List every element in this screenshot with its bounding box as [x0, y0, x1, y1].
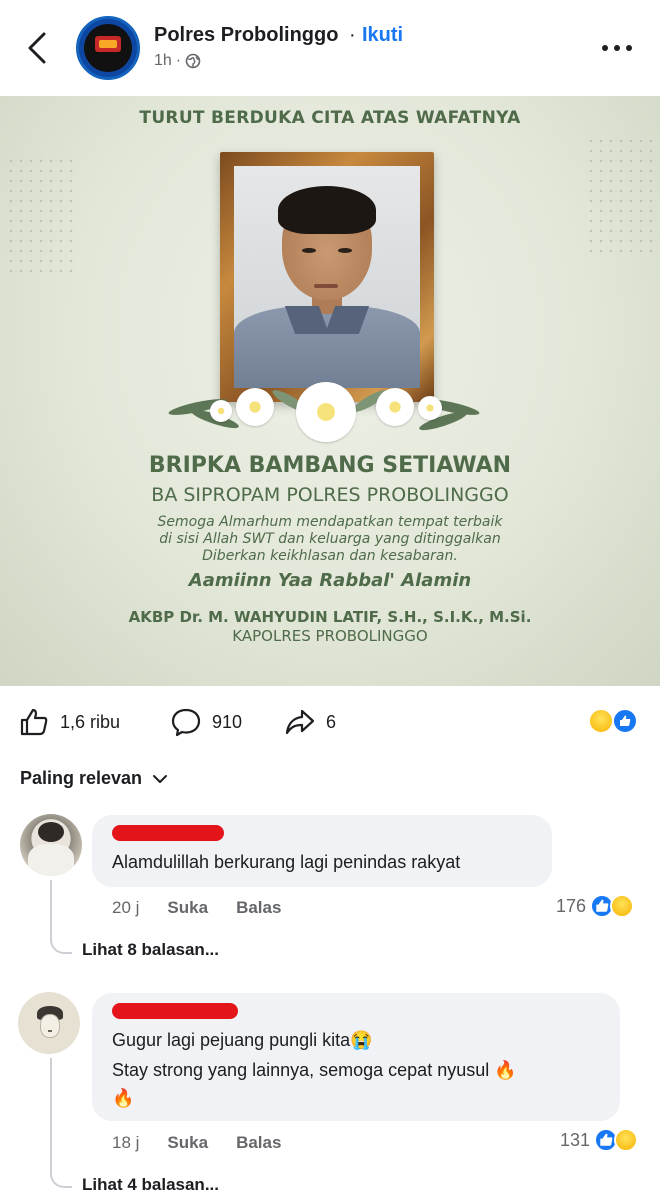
prayer-line: Diberkan keikhlasan dan kesabaran.	[202, 548, 458, 564]
comment-bubble[interactable]: Alamdulillah berkurang lagi penindas rak…	[92, 815, 552, 887]
comment-like-button[interactable]: Suka	[167, 1133, 208, 1153]
thread-line	[50, 932, 72, 954]
signer-title: KAPOLRES PROBOLINGGO	[232, 627, 428, 645]
prayer-line: Semoga Almarhum mendapatkan tempat terba…	[157, 514, 503, 530]
share-count: 6	[326, 711, 337, 732]
post-header: Polres Probolinggo · Ikuti 1h ·	[0, 0, 660, 96]
commenter-avatar[interactable]	[20, 814, 82, 876]
page-name[interactable]: Polres Probolinggo	[154, 24, 338, 47]
amin-text: Aamiinn Yaa Rabbal' Alamin	[188, 570, 472, 591]
comment-reactions[interactable]: 131	[560, 1128, 639, 1152]
separator-dot-small: ·	[175, 52, 182, 69]
comment-bubble-icon	[171, 708, 201, 737]
commenter-avatar[interactable]	[18, 992, 80, 1054]
deceased-name: BRIPKA BAMBANG SETIAWAN	[148, 453, 512, 478]
comment-count: 910	[212, 711, 243, 732]
comment-reply-button[interactable]: Balas	[236, 1133, 281, 1153]
more-dot	[602, 45, 608, 51]
like-count: 1,6 ribu	[60, 711, 121, 732]
comment-meta: 20 j Suka Balas	[112, 898, 281, 918]
comment-bubble[interactable]: Gugur lagi pejuang pungli kita😭 Stay str…	[92, 993, 620, 1121]
decor-dots	[6, 156, 76, 276]
haha-emoji-icon	[614, 1128, 639, 1152]
post-time[interactable]: 1h	[154, 52, 172, 70]
portrait-photo	[234, 166, 420, 388]
thread-line	[50, 880, 52, 936]
page-avatar[interactable]	[76, 16, 140, 80]
comment-text-line: Stay strong yang lainnya, semoga cepat n…	[112, 1060, 517, 1080]
more-options-button[interactable]	[602, 36, 638, 60]
comment-reactions[interactable]: 176	[556, 894, 635, 918]
comment-text-line: 🔥	[112, 1088, 135, 1108]
prayer-text: Semoga Almarhum mendapatkan tempat terba…	[0, 514, 660, 565]
prayer-line: di sisi Allah SWT dan keluarga yang diti…	[159, 531, 501, 547]
back-button[interactable]	[24, 30, 52, 66]
comment-time[interactable]: 20 j	[112, 898, 139, 918]
post-image[interactable]: TURUT BERDUKA CITA ATAS WAFATNYA BRIPKA …	[0, 96, 660, 686]
comment-text-line: Gugur lagi pejuang pungli kita😭	[112, 1030, 373, 1050]
comment-like-button[interactable]: Suka	[167, 898, 208, 918]
redacted-commenter-name	[112, 825, 224, 841]
view-replies-link[interactable]: Lihat 4 balasan...	[82, 1175, 219, 1195]
like-reaction-icon	[612, 708, 638, 734]
sort-label: Paling relevan	[20, 768, 143, 788]
portrait-frame	[220, 152, 434, 402]
reaction-summary[interactable]	[588, 708, 644, 738]
post-meta: 1h ·	[154, 52, 201, 70]
comment-reply-button[interactable]: Balas	[236, 898, 281, 918]
post-actions: 1,6 ribu 910 6	[0, 696, 660, 748]
comment-meta: 18 j Suka Balas	[112, 1133, 281, 1153]
comment-button[interactable]: 910	[170, 706, 242, 738]
signer-name: AKBP Dr. M. WAHYUDIN LATIF, S.H., S.I.K.…	[128, 608, 532, 626]
view-replies-link[interactable]: Lihat 8 balasan...	[82, 940, 219, 960]
redacted-commenter-name	[112, 1003, 238, 1019]
deceased-unit: BA SIPROPAM POLRES PROBOLINGGO	[151, 484, 509, 506]
separator-dot: ·	[349, 24, 356, 46]
decor-dots	[586, 136, 656, 256]
haha-emoji-icon	[588, 708, 614, 734]
comment-text: Alamdulillah berkurang lagi penindas rak…	[112, 852, 461, 872]
like-button[interactable]: 1,6 ribu	[18, 706, 120, 738]
thread-line	[50, 1058, 52, 1170]
share-arrow-icon	[285, 709, 315, 735]
thread-line	[50, 1166, 72, 1188]
more-dot	[614, 45, 620, 51]
comment-time[interactable]: 18 j	[112, 1133, 139, 1153]
thumbs-up-icon	[20, 708, 48, 736]
chevron-down-icon	[153, 774, 168, 783]
follow-button[interactable]: Ikuti	[362, 24, 403, 47]
comment-reaction-count: 176	[556, 895, 587, 916]
chevron-left-icon	[28, 32, 46, 64]
share-button[interactable]: 6	[284, 706, 336, 738]
globe-icon	[185, 53, 201, 69]
sort-dropdown[interactable]: Paling relevan	[20, 768, 168, 789]
more-dot	[626, 45, 632, 51]
image-heading: TURUT BERDUKA CITA ATAS WAFATNYA	[139, 108, 521, 128]
comment-reaction-count: 131	[560, 1129, 591, 1150]
haha-emoji-icon	[610, 894, 635, 918]
